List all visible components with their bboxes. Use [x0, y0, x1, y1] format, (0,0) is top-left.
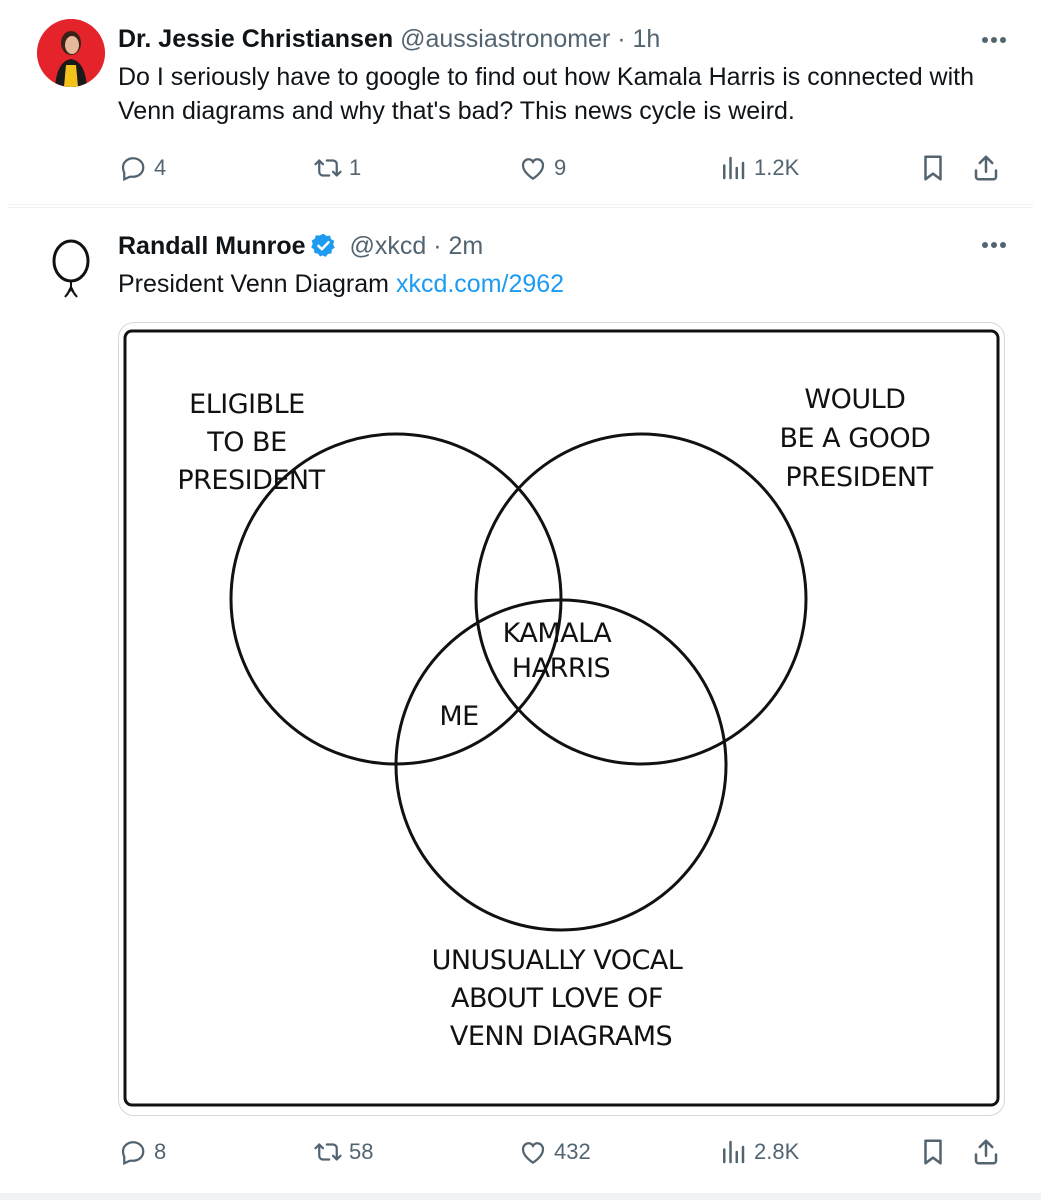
reply-count: 8	[154, 1139, 167, 1164]
avatar[interactable]	[37, 19, 105, 87]
views-icon	[723, 156, 745, 180]
bookmark-button[interactable]	[918, 148, 954, 188]
like-icon	[521, 158, 545, 180]
share-button[interactable]	[971, 1132, 1007, 1172]
author-name[interactable]: Randall Munroe	[118, 232, 306, 260]
share-icon	[974, 155, 998, 181]
tweet-text-body: President Venn Diagram	[118, 270, 396, 298]
bookmark-icon	[924, 1139, 942, 1165]
reply-icon	[121, 157, 145, 181]
tweet-header: Randall Munroe @xkcd · 2m	[118, 230, 483, 262]
views-button[interactable]: 2.8K	[718, 1132, 799, 1172]
reply-count: 4	[154, 155, 167, 180]
author-handle[interactable]: @aussiastronomer	[400, 25, 610, 53]
timestamp[interactable]: · 1h	[617, 25, 660, 53]
more-button[interactable]	[979, 25, 1009, 55]
label-me: ME	[439, 701, 478, 732]
action-bar: 4 1 9 1.2K	[118, 148, 1013, 188]
reply-icon	[121, 1141, 145, 1165]
bookmark-icon	[924, 155, 942, 181]
retweet-icon	[314, 1143, 342, 1161]
more-button[interactable]	[979, 230, 1009, 260]
timestamp[interactable]: · 2m	[433, 232, 483, 260]
comic-image[interactable]: ELIGIBLE TO BE PRESIDENT WOULD BE A GOOD…	[118, 322, 1005, 1116]
author-name[interactable]: Dr. Jessie Christiansen	[118, 25, 393, 53]
retweet-button[interactable]: 1	[313, 148, 361, 188]
retweet-count: 58	[349, 1139, 374, 1164]
share-icon	[974, 1139, 998, 1165]
like-count: 9	[554, 155, 567, 180]
action-bar: 8 58 432 2.8K	[118, 1132, 1013, 1172]
tweet-xkcd[interactable]: Randall Munroe @xkcd · 2m President Venn…	[8, 207, 1033, 1194]
label-vocal: UNUSUALLY VOCAL ABOUT LOVE OF VENN DIAGR…	[432, 945, 691, 1052]
divider	[0, 1193, 1041, 1200]
like-button[interactable]: 432	[518, 1132, 591, 1172]
views-button[interactable]: 1.2K	[718, 148, 799, 188]
tweet-header: Dr. Jessie Christiansen @aussiastronomer…	[118, 23, 660, 55]
author-handle[interactable]: @xkcd	[349, 232, 426, 260]
reply-button[interactable]: 4	[118, 148, 166, 188]
retweet-count: 1	[349, 155, 362, 180]
avatar[interactable]	[37, 231, 105, 299]
venn-diagram: ELIGIBLE TO BE PRESIDENT WOULD BE A GOOD…	[123, 329, 1000, 1107]
retweet-button[interactable]: 58	[313, 1132, 373, 1172]
more-icon	[982, 37, 1006, 43]
views-icon	[723, 1140, 745, 1164]
reply-button[interactable]: 8	[118, 1132, 166, 1172]
tweet-text: Do I seriously have to google to find ou…	[118, 63, 975, 125]
like-count: 432	[554, 1139, 591, 1164]
comic-link[interactable]: xkcd.com/2962	[396, 270, 564, 298]
views-count: 1.2K	[754, 155, 800, 180]
views-count: 2.8K	[754, 1139, 800, 1164]
share-button[interactable]	[971, 148, 1007, 188]
like-icon	[521, 1142, 545, 1164]
tweet-jessie[interactable]: Dr. Jessie Christiansen @aussiastronomer…	[8, 0, 1033, 205]
retweet-icon	[314, 159, 342, 177]
bookmark-button[interactable]	[918, 1132, 954, 1172]
like-button[interactable]: 9	[518, 148, 566, 188]
more-icon	[982, 242, 1006, 248]
verified-icon	[310, 233, 335, 257]
tweet-text: President Venn Diagram xkcd.com/2962	[118, 267, 1008, 301]
